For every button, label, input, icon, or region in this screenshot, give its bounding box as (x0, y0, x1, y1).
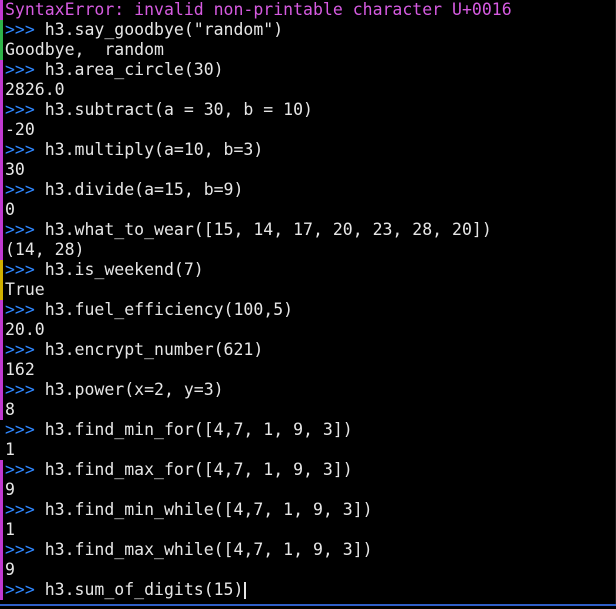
output-text: True (5, 280, 45, 299)
line-gutter-marker (0, 420, 3, 440)
line-gutter-marker (0, 520, 3, 540)
prompt-marker: >>> (5, 140, 35, 159)
line-gutter-marker (0, 480, 3, 500)
line-gutter-marker (0, 100, 3, 120)
input-code: h3.is_weekend(7) (44, 260, 204, 279)
error-message: invalid non-printable character U+0016 (124, 0, 512, 19)
input-code: h3.encrypt_number(621) (44, 340, 264, 359)
line-gutter-marker (0, 140, 3, 160)
line-gutter-marker (0, 200, 3, 220)
line-gutter-marker (0, 380, 3, 400)
output-text: 9 (5, 560, 15, 579)
prompt-marker: >>> (5, 260, 35, 279)
output-text: 20.0 (5, 320, 45, 339)
output-text: 9 (5, 480, 15, 499)
line-gutter-marker (0, 220, 3, 240)
prompt-marker: >>> (5, 420, 35, 439)
terminal-console[interactable]: SyntaxError: invalid non-printable chara… (0, 0, 616, 609)
input-code: h3.area_circle(30) (44, 60, 224, 79)
line-gutter-marker (0, 560, 3, 580)
prompt-marker: >>> (5, 60, 35, 79)
output-text: 1 (5, 440, 15, 459)
line-gutter-marker (0, 300, 3, 320)
prompt-marker: >>> (5, 500, 35, 519)
prompt-marker: >>> (5, 580, 35, 599)
output-text: 30 (5, 160, 25, 179)
line-gutter-marker (0, 120, 3, 140)
input-code: h3.divide(a=15, b=9) (44, 180, 244, 199)
input-code: h3.find_min_while([4,7, 1, 9, 3]) (44, 500, 373, 519)
line-gutter-marker (0, 320, 3, 340)
input-code: h3.multiply(a=10, b=3) (44, 140, 264, 159)
prompt-marker: >>> (5, 460, 35, 479)
output-text: -20 (5, 120, 35, 139)
line-gutter-marker (0, 360, 3, 380)
line-gutter-marker (0, 460, 3, 480)
input-code: h3.find_max_while([4,7, 1, 9, 3]) (44, 540, 373, 559)
prompt-marker: >>> (5, 300, 35, 319)
line-gutter-marker (0, 80, 3, 100)
error-name: SyntaxError: (5, 0, 125, 19)
line-gutter-marker (0, 40, 3, 60)
prompt-marker: >>> (5, 100, 35, 119)
output-text: 8 (5, 400, 15, 419)
line-gutter-marker (0, 280, 3, 300)
output-text: 0 (5, 200, 15, 219)
prompt-marker: >>> (5, 220, 35, 239)
output-text: (14, 28) (5, 240, 85, 259)
line-gutter-marker (0, 440, 3, 460)
line-gutter-marker (0, 0, 3, 20)
input-code: h3.find_max_for([4,7, 1, 9, 3]) (44, 460, 353, 479)
line-gutter-marker (0, 60, 3, 80)
prompt-marker: >>> (5, 380, 35, 399)
line-gutter-marker (0, 260, 3, 280)
prompt-marker: >>> (5, 340, 35, 359)
text-cursor (244, 582, 247, 599)
line-gutter-marker (0, 240, 3, 260)
line-gutter-marker (0, 580, 3, 600)
line-gutter-marker (0, 400, 3, 420)
line-gutter-marker (0, 500, 3, 520)
prompt-marker: >>> (5, 20, 35, 39)
input-code: h3.fuel_efficiency(100,5) (44, 300, 294, 319)
input-code: h3.find_min_for([4,7, 1, 9, 3]) (44, 420, 353, 439)
input-code[interactable]: h3.sum_of_digits(15) (45, 580, 244, 599)
line-gutter-marker (0, 180, 3, 200)
output-text: 2826.0 (5, 80, 65, 99)
input-code: h3.what_to_wear([15, 14, 17, 20, 23, 28,… (44, 220, 492, 239)
output-text: 162 (5, 360, 35, 379)
terminal-bottom-border (0, 604, 616, 606)
output-text: Goodbye, random (5, 40, 164, 59)
output-text: 1 (5, 520, 15, 539)
input-code: h3.subtract(a = 30, b = 10) (44, 100, 313, 119)
prompt-marker: >>> (5, 540, 35, 559)
line-gutter-marker (0, 160, 3, 180)
prompt-marker: >>> (5, 180, 35, 199)
line-gutter-marker (0, 20, 3, 40)
line-gutter-marker (0, 340, 3, 360)
line-gutter-marker (0, 540, 3, 560)
input-code: h3.power(x=2, y=3) (44, 380, 224, 399)
input-code: h3.say_goodbye("random") (44, 20, 284, 39)
